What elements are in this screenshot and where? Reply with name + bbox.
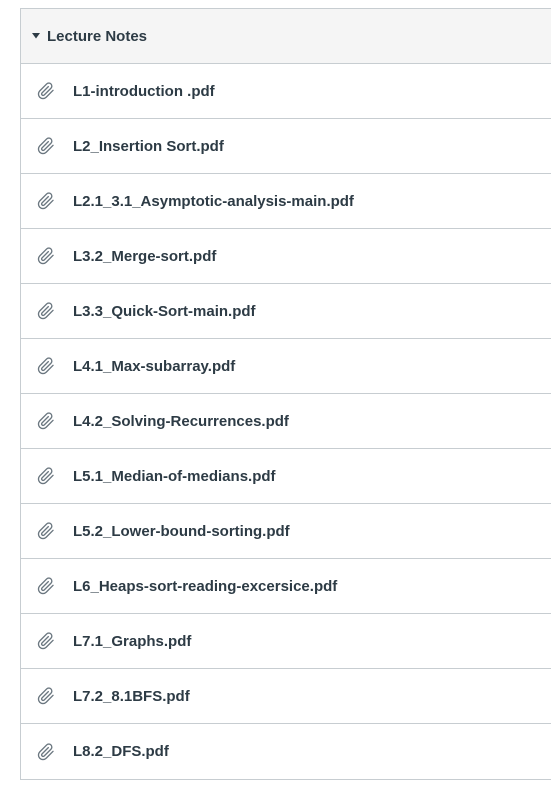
paperclip-icon — [21, 82, 73, 100]
paperclip-icon — [21, 137, 73, 155]
module-title: Lecture Notes — [47, 27, 148, 45]
paperclip-icon — [21, 742, 73, 761]
attachment-link[interactable]: L2_Insertion Sort.pdf — [73, 138, 224, 155]
paperclip-icon — [21, 577, 73, 595]
list-item: L5.2_Lower-bound-sorting.pdf — [21, 504, 551, 559]
paperclip-icon — [21, 522, 73, 540]
list-item: L7.2_8.1BFS.pdf — [21, 669, 551, 724]
caret-down-icon[interactable] — [21, 33, 47, 39]
list-item: L2.1_3.1_Asymptotic-analysis-main.pdf — [21, 174, 551, 229]
attachment-link[interactable]: L1-introduction .pdf — [73, 83, 215, 100]
list-item: L2_Insertion Sort.pdf — [21, 119, 551, 174]
attachment-link[interactable]: L8.2_DFS.pdf — [73, 743, 169, 760]
attachment-link[interactable]: L4.2_Solving-Recurrences.pdf — [73, 413, 289, 430]
attachment-link[interactable]: L7.1_Graphs.pdf — [73, 633, 191, 650]
paperclip-icon — [21, 302, 73, 320]
attachment-link[interactable]: L7.2_8.1BFS.pdf — [73, 688, 190, 705]
attachment-link[interactable]: L3.2_Merge-sort.pdf — [73, 248, 216, 265]
list-item: L4.1_Max-subarray.pdf — [21, 339, 551, 394]
attachment-link[interactable]: L5.2_Lower-bound-sorting.pdf — [73, 523, 290, 540]
list-item: L3.3_Quick-Sort-main.pdf — [21, 284, 551, 339]
list-item: L6_Heaps-sort-reading-excersice.pdf — [21, 559, 551, 614]
paperclip-icon — [21, 192, 73, 210]
module-items-list: L1-introduction .pdf L2_Insertion Sort.pd… — [21, 64, 551, 779]
list-item: L3.2_Merge-sort.pdf — [21, 229, 551, 284]
module-lecture-notes: Lecture Notes L1-introduction .pdf L2_Ins… — [20, 8, 551, 780]
paperclip-icon — [21, 357, 73, 375]
paperclip-icon — [21, 632, 73, 650]
list-item: L8.2_DFS.pdf — [21, 724, 551, 779]
attachment-link[interactable]: L6_Heaps-sort-reading-excersice.pdf — [73, 578, 337, 595]
attachment-link[interactable]: L2.1_3.1_Asymptotic-analysis-main.pdf — [73, 193, 354, 210]
list-item: L1-introduction .pdf — [21, 64, 551, 119]
attachment-link[interactable]: L4.1_Max-subarray.pdf — [73, 358, 235, 375]
list-item: L5.1_Median-of-medians.pdf — [21, 449, 551, 504]
paperclip-icon — [21, 247, 73, 265]
attachment-link[interactable]: L5.1_Median-of-medians.pdf — [73, 468, 276, 485]
list-item: L7.1_Graphs.pdf — [21, 614, 551, 669]
paperclip-icon — [21, 412, 73, 430]
paperclip-icon — [21, 687, 73, 705]
module-header[interactable]: Lecture Notes — [21, 9, 551, 64]
attachment-link[interactable]: L3.3_Quick-Sort-main.pdf — [73, 303, 256, 320]
list-item: L4.2_Solving-Recurrences.pdf — [21, 394, 551, 449]
paperclip-icon — [21, 467, 73, 485]
